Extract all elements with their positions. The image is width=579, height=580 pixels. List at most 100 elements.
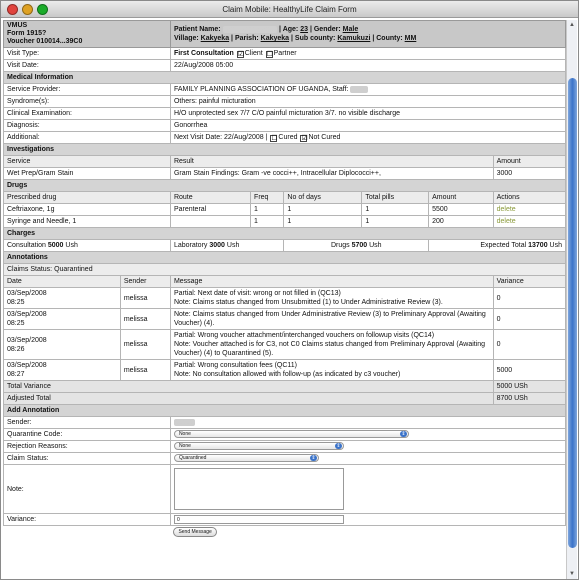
scrollbar-thumb[interactable] (568, 78, 577, 548)
delete-drug-link[interactable]: delete (492, 203, 566, 216)
variance-input[interactable]: 0 (173, 515, 344, 524)
total-variance-label: Total Variance (3, 380, 494, 393)
select-arrows-icon: ⇕ (399, 431, 407, 438)
cured-label: Cured (278, 134, 298, 141)
col-total-pills: Total pills (361, 191, 430, 204)
laboratory-value: 3000 (209, 242, 225, 249)
exam-row: Clinical Examination: H/O unprotected sex… (3, 107, 566, 120)
annotation-row: 03/Sep/2008 08:27 melissa Partial: Wrong co… (3, 359, 566, 381)
diagnosis-label: Diagnosis: (3, 119, 171, 132)
annotations-title: Annotations (3, 251, 566, 264)
next-visit-value: Next Visit Date: 22/Aug/2008 | (173, 134, 268, 141)
drug-pills: 1 (361, 215, 430, 228)
village-value[interactable]: Kakyeka (201, 35, 229, 42)
drug-amount: 5500 (428, 203, 494, 216)
zoom-window-button[interactable] (37, 4, 48, 15)
drug-days: 1 (283, 203, 363, 216)
adjusted-total-value: 8700 USh (492, 392, 566, 405)
col-message: Message (169, 275, 494, 288)
annotation-time: 08:26 (7, 345, 25, 353)
visit-type-label: Visit Type: (3, 47, 171, 60)
claim-status-row: Claim Status: Quarantined ⇕ (3, 452, 566, 465)
close-window-button[interactable] (7, 4, 18, 15)
col-drug-amount: Amount (428, 191, 494, 204)
provider-label: Service Provider: (3, 83, 171, 96)
add-annotation-section-header: Add Annotation (3, 404, 566, 417)
expected-total-label: Expected Total (480, 242, 527, 249)
col-route: Route (169, 191, 252, 204)
diagnosis-row: Diagnosis: Gonorrhea (3, 119, 566, 132)
variance-row: Variance: 0 (3, 513, 566, 526)
investigations-header-row: Service Result Amount (3, 155, 566, 168)
vertical-scrollbar[interactable]: ▲ ▼ (566, 20, 577, 579)
additional-row: Additional: Next Visit Date: 22/Aug/2008 … (3, 131, 566, 144)
total-variance-value: 5000 USh (492, 380, 566, 393)
annotation-sender: melissa (119, 308, 171, 330)
claims-status: Claims Status: Quarantined (3, 263, 566, 276)
subcounty-value[interactable]: Kamukuzi (337, 35, 370, 42)
annotation-time: 08:25 (7, 320, 25, 327)
annotation-message: Note: Claims status changed from Under A… (169, 308, 494, 330)
provider-value: FAMILY PLANNING ASSOCIATION OF UGANDA, S… (173, 86, 349, 93)
age-value[interactable]: 23 (300, 26, 308, 33)
county-value[interactable]: MM (405, 35, 417, 42)
subcounty-label: | Sub county: (291, 35, 336, 42)
scroll-up-arrow-icon[interactable]: ▲ (569, 22, 575, 28)
investigation-row: Wet Prep/Gram Stain Gram Stain Findings: … (3, 167, 566, 180)
syndromes-value: Others: painful micturation (169, 95, 566, 108)
program-name: VMUS (7, 22, 28, 29)
send-message-button[interactable]: Send Message (173, 527, 217, 537)
patient-header: VMUS Form 1915? Voucher 010014...39C0 Pa… (3, 20, 566, 48)
annotation-date: 03/Sep/2008 (7, 290, 47, 297)
client-checkbox[interactable]: ☑ (236, 51, 244, 58)
sender-row: Sender: xxxxxx (3, 416, 566, 429)
drug-route (169, 215, 252, 228)
exam-value: H/O unprotected sex 7/7 C/O painful mict… (169, 107, 566, 120)
visit-date-label: Visit Date: (3, 59, 171, 72)
gender-value[interactable]: Male (343, 26, 359, 33)
drugs-charge-label: Drugs (330, 242, 350, 249)
village-label: Village: (173, 35, 199, 42)
annotation-message: Partial: Wrong consultation fees (QC11) … (169, 359, 494, 381)
annotation-variance: 0 (492, 287, 566, 309)
delete-drug-link[interactable]: delete (492, 215, 566, 228)
col-service: Service (3, 155, 171, 168)
rejection-reasons-select[interactable]: None ⇕ (173, 442, 344, 451)
staff-name-redacted: xxxxx (350, 86, 368, 93)
annotation-sender: melissa (119, 329, 171, 360)
investigation-service: Wet Prep/Gram Stain (3, 167, 171, 180)
scroll-down-arrow-icon[interactable]: ▼ (569, 571, 575, 577)
annotation-variance: 0 (492, 329, 566, 360)
visit-date-value: 22/Aug/2008 05:00 (169, 59, 566, 72)
cured-checkbox[interactable]: ☐ (270, 135, 278, 142)
annotation-message: Partial: Next date of visit: wrong or no… (169, 287, 494, 309)
drug-route: Parenteral (169, 203, 252, 216)
claims-status-row: Claims Status: Quarantined (3, 263, 566, 276)
charges-section-header: Charges (3, 227, 566, 240)
currency: Ush (65, 242, 78, 249)
drug-freq: 1 (250, 215, 285, 228)
select-arrows-icon: ⇕ (309, 455, 317, 462)
provider-row: Service Provider: FAMILY PLANNING ASSOCIA… (3, 83, 566, 96)
medical-title: Medical Information (3, 71, 566, 84)
parish-value[interactable]: Kakyeka (261, 35, 289, 42)
syndromes-row: Syndrome(s): Others: painful micturation (3, 95, 566, 108)
quarantine-code-row: Quarantine Code: None ⇕ (3, 428, 566, 441)
quarantine-code-select[interactable]: None ⇕ (173, 430, 409, 439)
medical-section-header: Medical Information (3, 71, 566, 84)
note-textarea[interactable] (173, 468, 344, 510)
claim-status-select[interactable]: Quarantined ⇕ (173, 454, 319, 463)
partner-checkbox[interactable]: ☐ (265, 51, 273, 58)
investigation-amount: 3000 (492, 167, 566, 180)
not-cured-checkbox[interactable]: ☑ (300, 135, 308, 142)
charges-title: Charges (3, 227, 566, 240)
col-result: Result (169, 155, 494, 168)
annotation-time: 08:27 (7, 371, 25, 378)
consultation-value: 5000 (47, 242, 64, 249)
patient-name-label: Patient Name: (173, 26, 221, 33)
currency: Ush (549, 242, 562, 249)
rejection-reasons-value: None (178, 443, 191, 450)
col-variance: Variance (492, 275, 566, 288)
minimize-window-button[interactable] (22, 4, 33, 15)
col-prescribed-drug: Prescribed drug (3, 191, 171, 204)
